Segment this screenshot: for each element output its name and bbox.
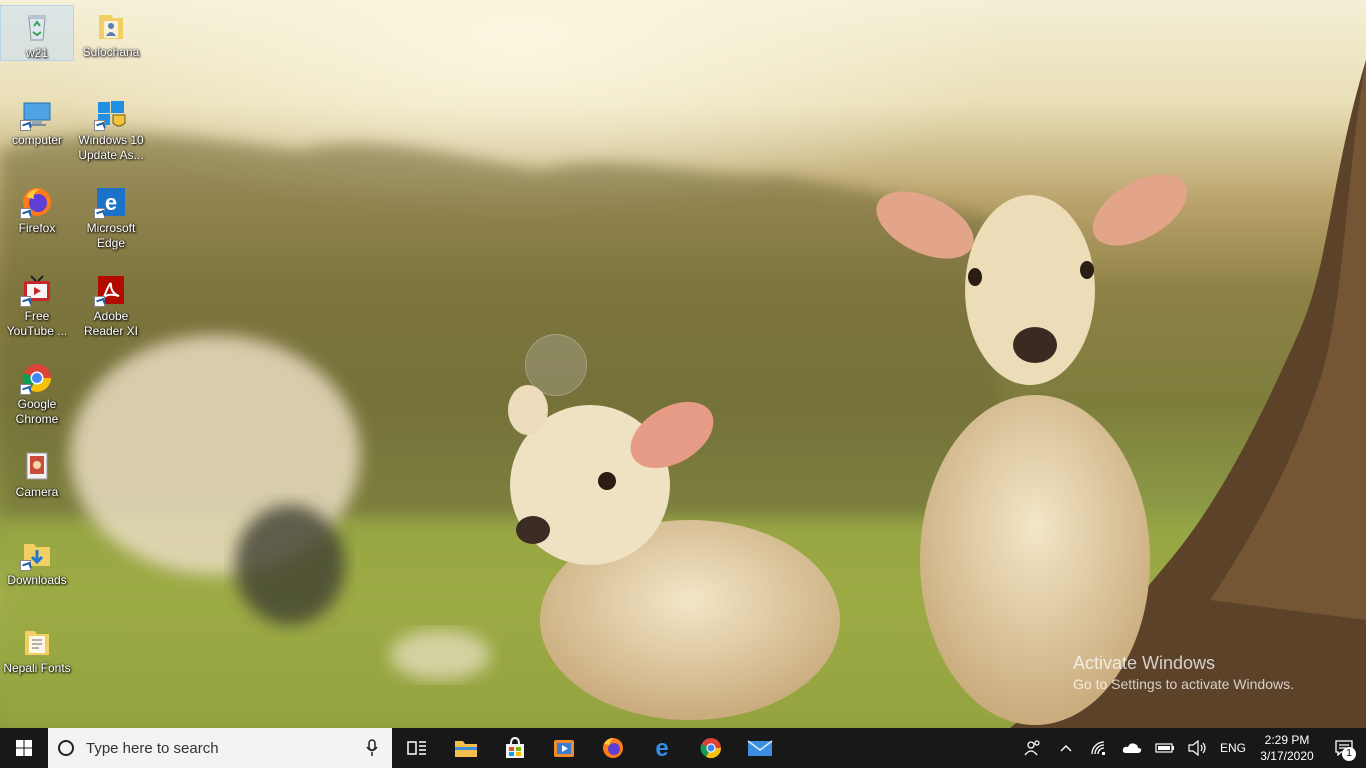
taskbar-file-explorer[interactable] bbox=[441, 728, 490, 768]
taskbar-edge[interactable]: e bbox=[637, 728, 686, 768]
firefox-icon bbox=[20, 185, 54, 219]
desktop-icon-label: Camera bbox=[15, 485, 59, 499]
clock-time: 2:29 PM bbox=[1264, 733, 1310, 747]
taskbar-firefox[interactable] bbox=[588, 728, 637, 768]
start-button[interactable] bbox=[0, 728, 48, 768]
clock[interactable]: 2:29 PM 3/17/2020 bbox=[1252, 732, 1322, 764]
desktop-icon-label: Downloads bbox=[7, 573, 67, 587]
watermark-title: Activate Windows bbox=[1073, 653, 1216, 673]
microphone-icon[interactable] bbox=[366, 739, 378, 757]
desktop-icon-downloads[interactable]: Downloads bbox=[0, 533, 74, 619]
computer-icon bbox=[20, 97, 54, 131]
svg-text:e: e bbox=[105, 190, 117, 215]
user-folder-icon bbox=[94, 9, 128, 43]
volume-button[interactable] bbox=[1181, 728, 1214, 768]
recycle-bin-icon bbox=[20, 10, 54, 44]
firefox-icon bbox=[602, 738, 623, 758]
windows-update-icon bbox=[94, 97, 128, 131]
shortcut-arrow-icon bbox=[20, 296, 31, 307]
desktop-icon-firefox[interactable]: Firefox bbox=[0, 181, 74, 267]
onedrive-cloud-icon bbox=[1122, 743, 1141, 753]
chrome-icon bbox=[20, 361, 54, 395]
battery-icon bbox=[1154, 743, 1174, 753]
taskbar-search-box[interactable]: Type here to search bbox=[48, 728, 392, 768]
people-button[interactable] bbox=[1016, 728, 1049, 768]
desktop-icon-free-youtube[interactable]: Free YouTube ... bbox=[0, 269, 74, 355]
taskbar-chrome[interactable] bbox=[686, 728, 735, 768]
desktop-icon-computer[interactable]: computer bbox=[0, 93, 74, 179]
media-player-icon bbox=[553, 740, 574, 757]
desktop-icon-label: Microsoft Edge bbox=[86, 221, 136, 250]
task-view-icon bbox=[406, 741, 426, 755]
desktop-icon-edge[interactable]: e Microsoft Edge bbox=[74, 181, 148, 267]
desktop-icon-sulochana[interactable]: Sulochana bbox=[74, 5, 148, 91]
desktop-icon-windows-update[interactable]: Windows 10 Update As... bbox=[74, 93, 148, 179]
edge-icon: e bbox=[94, 185, 128, 219]
desktop-icon-label: w21 bbox=[25, 46, 48, 60]
chevron-up-icon bbox=[1060, 745, 1071, 752]
youtube-downloader-icon bbox=[20, 273, 54, 307]
desktop-icon-label: Windows 10 Update As... bbox=[78, 133, 144, 162]
desktop-icon-label: Sulochana bbox=[82, 45, 140, 59]
wifi-icon bbox=[1090, 741, 1105, 755]
cortana-icon bbox=[58, 740, 74, 756]
mail-icon bbox=[747, 740, 772, 756]
desktop-icon-camera[interactable]: Camera bbox=[0, 445, 74, 531]
action-center-button[interactable]: 1 bbox=[1322, 728, 1366, 768]
desktop-icon-label: Nepali Fonts bbox=[3, 661, 71, 675]
cursor-indicator bbox=[525, 334, 587, 396]
camera-icon bbox=[20, 449, 54, 483]
desktop-icon-label: computer bbox=[11, 133, 63, 147]
shortcut-arrow-icon bbox=[20, 560, 31, 571]
shortcut-arrow-icon bbox=[94, 120, 105, 131]
downloads-folder-icon bbox=[20, 537, 54, 571]
desktop-icon-label: Free YouTube ... bbox=[6, 309, 68, 338]
notification-count-badge: 1 bbox=[1342, 747, 1356, 761]
shortcut-arrow-icon bbox=[20, 120, 31, 131]
battery-button[interactable] bbox=[1148, 728, 1181, 768]
taskbar: Type here to search e ENG 2:29 PM 3/17/2… bbox=[0, 728, 1366, 768]
show-hidden-icons-button[interactable] bbox=[1049, 728, 1082, 768]
edge-icon: e bbox=[655, 736, 668, 760]
activate-windows-watermark: Activate Windows Go to Settings to activ… bbox=[1073, 652, 1294, 694]
desktop-icon-label: Adobe Reader XI bbox=[83, 309, 139, 338]
adobe-reader-icon bbox=[94, 273, 128, 307]
speaker-icon bbox=[1187, 740, 1206, 756]
clock-date: 3/17/2020 bbox=[1260, 749, 1314, 763]
taskbar-media-player[interactable] bbox=[539, 728, 588, 768]
search-placeholder: Type here to search bbox=[86, 739, 219, 757]
shortcut-arrow-icon bbox=[20, 384, 31, 395]
desktop-icon-label: Firefox bbox=[18, 221, 56, 235]
desktop-wallpaper bbox=[0, 0, 1366, 728]
taskbar-mail[interactable] bbox=[735, 728, 784, 768]
windows-logo-icon bbox=[16, 740, 32, 756]
shortcut-arrow-icon bbox=[94, 296, 105, 307]
onedrive-button[interactable] bbox=[1115, 728, 1148, 768]
file-explorer-icon bbox=[454, 741, 477, 757]
desktop-icon-nepali-fonts[interactable]: Nepali Fonts bbox=[0, 621, 74, 707]
desktop-icon-chrome[interactable]: Google Chrome bbox=[0, 357, 74, 443]
store-icon bbox=[505, 737, 524, 758]
desktop-icon-label: Google Chrome bbox=[15, 397, 59, 426]
taskbar-store[interactable] bbox=[490, 728, 539, 768]
fonts-folder-icon bbox=[20, 625, 54, 659]
chrome-icon bbox=[700, 738, 721, 759]
desktop-icon-w21[interactable]: w21 bbox=[0, 5, 74, 61]
task-view-button[interactable] bbox=[392, 728, 441, 768]
network-button[interactable] bbox=[1082, 728, 1115, 768]
desktop-icon-adobe-reader[interactable]: Adobe Reader XI bbox=[74, 269, 148, 355]
shortcut-arrow-icon bbox=[94, 208, 105, 219]
system-tray: ENG 2:29 PM 3/17/2020 1 bbox=[1016, 728, 1366, 768]
watermark-subtitle: Go to Settings to activate Windows. bbox=[1073, 676, 1294, 692]
svg-text:e: e bbox=[655, 736, 668, 760]
people-icon bbox=[1023, 740, 1040, 756]
input-language-indicator[interactable]: ENG bbox=[1214, 741, 1252, 755]
shortcut-arrow-icon bbox=[20, 208, 31, 219]
wallpaper-lambs-scene bbox=[0, 60, 1366, 728]
